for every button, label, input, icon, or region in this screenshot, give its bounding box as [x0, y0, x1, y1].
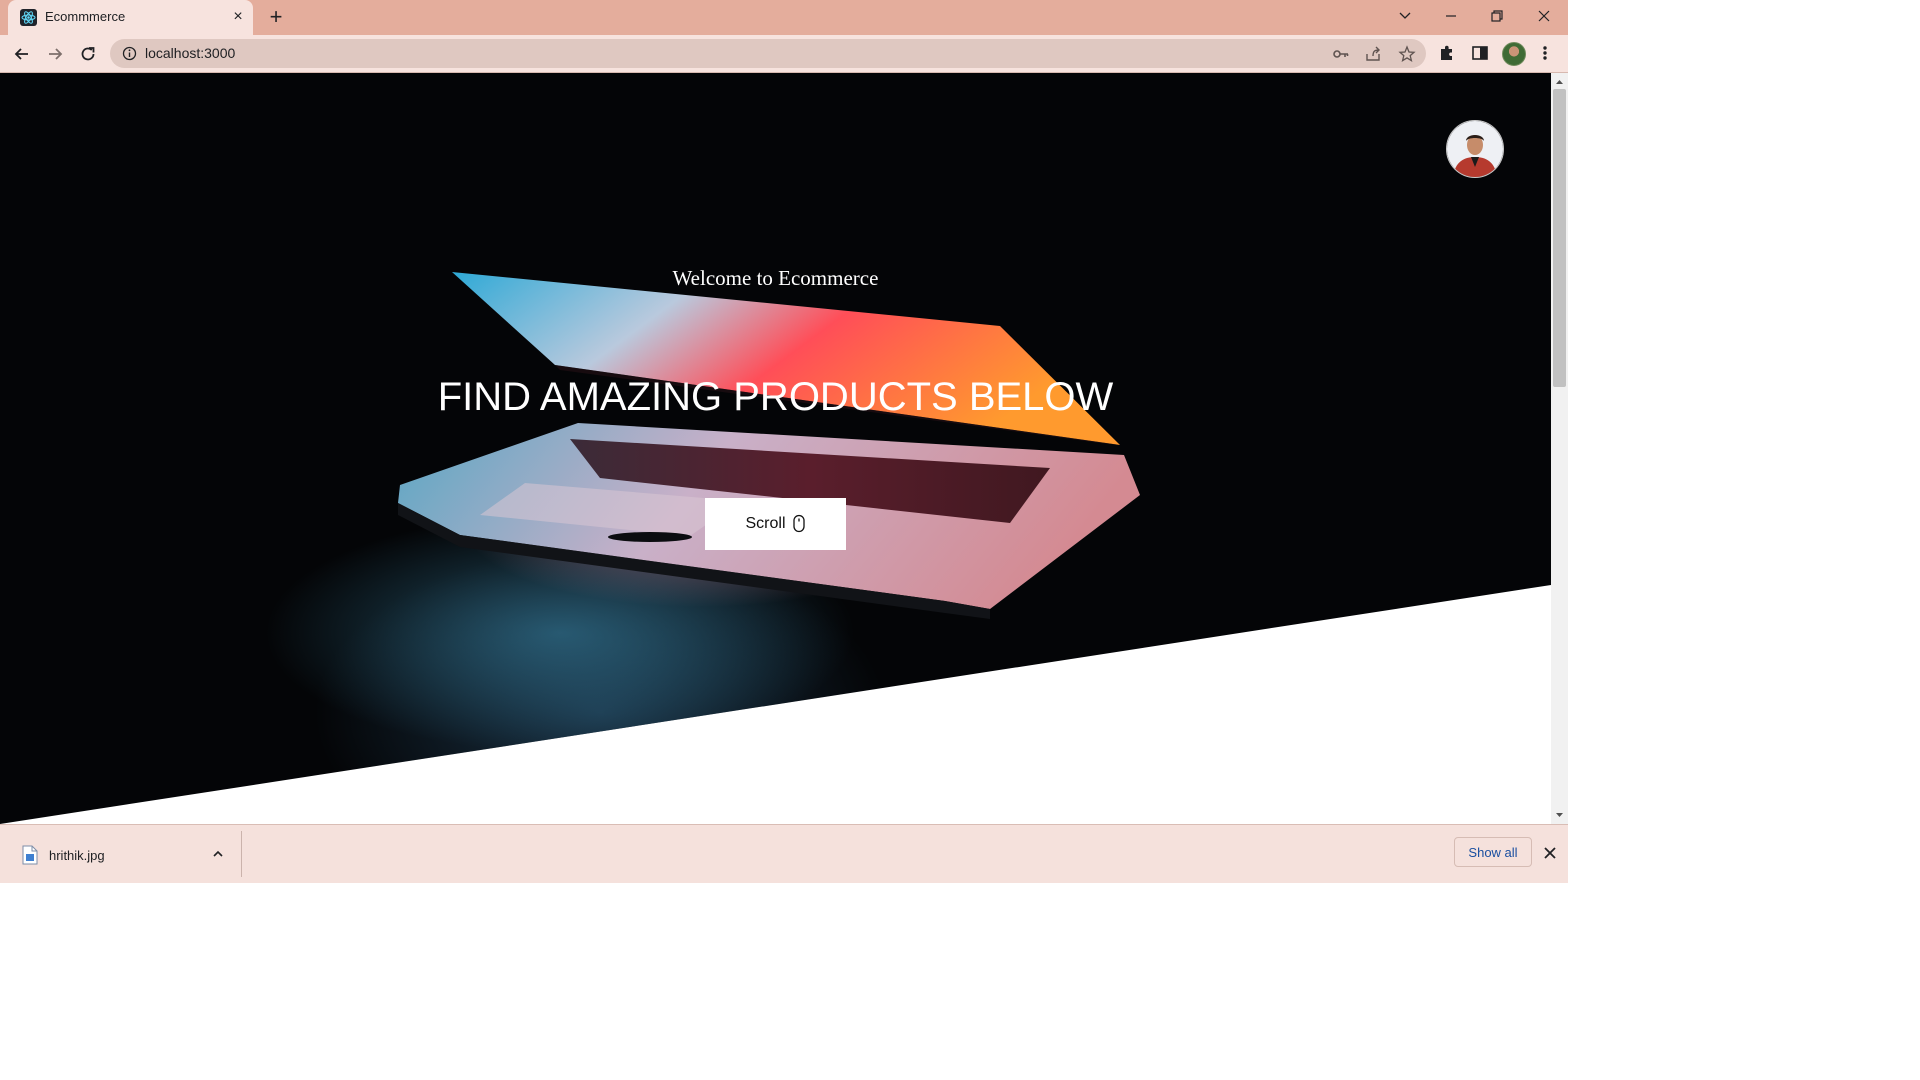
laptop-image: [398, 272, 1140, 619]
url-text[interactable]: localhost:3000: [145, 45, 235, 61]
forward-arrow-icon[interactable]: [44, 43, 66, 65]
chevron-up-icon[interactable]: [210, 846, 226, 862]
scroll-button-label: Scroll: [745, 515, 786, 532]
page-scrollbar[interactable]: [1551, 73, 1568, 824]
share-icon[interactable]: [1364, 45, 1382, 63]
browser-toolbar: localhost:3000: [0, 35, 1568, 73]
welcome-text: Welcome to Ecommerce: [672, 266, 879, 290]
back-arrow-icon[interactable]: [11, 43, 33, 65]
profile-avatar[interactable]: [1502, 42, 1526, 66]
scroll-button[interactable]: Scroll: [705, 498, 846, 550]
download-item[interactable]: hrithik.jpg: [8, 829, 240, 879]
tab-close-icon[interactable]: ×: [229, 8, 247, 26]
kebab-menu-icon[interactable]: [1537, 43, 1559, 65]
tab-strip: Ecommmerce × +: [0, 0, 1568, 35]
shelf-divider: [241, 831, 242, 877]
puzzle-icon[interactable]: [1437, 43, 1459, 65]
hero-headline: FIND AMAZING PRODUCTS BELOW: [437, 375, 1114, 419]
mouse-icon: [792, 514, 805, 533]
user-avatar-photo: [1447, 121, 1503, 177]
image-file-icon: [22, 845, 38, 865]
page-viewport: Welcome to Ecommerce FIND AMAZING PRODUC…: [0, 73, 1551, 824]
restore-icon[interactable]: [1482, 4, 1512, 28]
tab-title: Ecommmerce: [45, 9, 126, 24]
show-all-button[interactable]: Show all: [1454, 837, 1532, 867]
download-shelf: hrithik.jpg Show all: [0, 824, 1568, 883]
active-tab[interactable]: Ecommmerce ×: [8, 0, 253, 35]
scroll-up-arrow-icon[interactable]: [1551, 75, 1568, 89]
site-info-icon[interactable]: [122, 46, 137, 61]
close-shelf-icon[interactable]: [1540, 843, 1560, 863]
tab-search-icon[interactable]: [1390, 4, 1420, 28]
new-tab-button[interactable]: +: [264, 6, 288, 30]
react-logo-icon: [20, 9, 37, 26]
scrollbar-thumb[interactable]: [1553, 89, 1566, 387]
download-file-name: hrithik.jpg: [49, 848, 105, 863]
close-icon[interactable]: [1529, 4, 1559, 28]
star-icon[interactable]: [1398, 45, 1416, 63]
minimize-icon[interactable]: [1436, 4, 1466, 28]
reload-icon[interactable]: [77, 43, 99, 65]
address-bar[interactable]: localhost:3000: [110, 39, 1426, 68]
hero-banner: Welcome to Ecommerce FIND AMAZING PRODUC…: [0, 73, 1551, 824]
side-panel-icon[interactable]: [1470, 43, 1492, 65]
scroll-down-arrow-icon[interactable]: [1551, 808, 1568, 822]
key-icon[interactable]: [1332, 45, 1350, 63]
user-avatar[interactable]: [1446, 120, 1504, 178]
